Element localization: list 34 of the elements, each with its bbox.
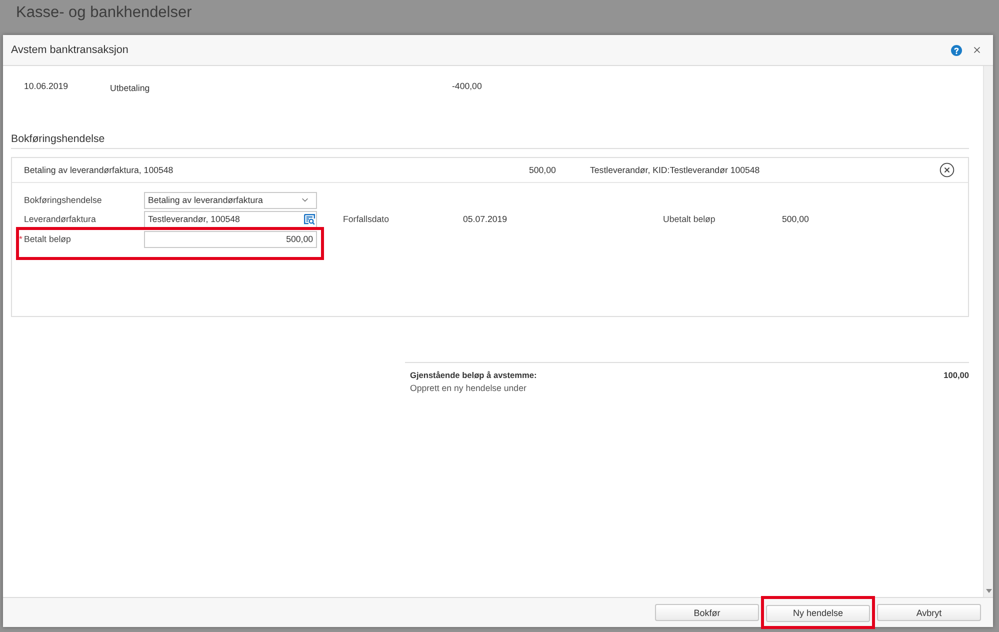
list-search-icon[interactable] — [304, 214, 315, 224]
remaining-label: Gjenstående beløp å avstemme: — [410, 369, 537, 382]
dialog-button[interactable]: Ny hendelse — [766, 604, 870, 622]
help-icon[interactable] — [951, 44, 962, 56]
field-value: 05.07.2019 — [463, 214, 508, 224]
transaction-type: Utbetaling — [110, 82, 151, 94]
scroll-down-icon[interactable] — [986, 589, 992, 593]
dialog-title: Avstem banktransaksjon — [11, 44, 130, 56]
entry-amount: 500,00 — [529, 165, 557, 175]
transaction-amount: -400,00 — [452, 80, 483, 92]
field-label: Forfallsdato — [343, 214, 390, 224]
field-label: Leverandørfaktura — [24, 214, 97, 224]
dialog-button[interactable]: Bokfør — [655, 604, 759, 621]
entry-counterparty: Testleverandør, KID:Testleverandør 100548 — [590, 165, 761, 175]
required-marker: * — [19, 234, 24, 244]
amount-field[interactable]: 500,00 — [144, 230, 317, 248]
entry-summary: Betaling av leverandørfaktura, 100548 — [24, 165, 174, 175]
close-icon — [972, 45, 982, 55]
field-label: Betalt beløp — [24, 234, 72, 244]
field-label: Bokføringshendelse — [24, 195, 103, 205]
select-field[interactable]: Betaling av leverandørfaktura — [144, 192, 317, 208]
remaining-hint: Opprett en ny hendelse under — [410, 383, 526, 393]
scrollbar[interactable] — [983, 66, 993, 597]
field-label: Ubetalt beløp — [663, 214, 716, 224]
remaining-amount: 100,00 — [944, 369, 969, 382]
circle-x-icon — [939, 162, 955, 178]
remove-button[interactable] — [939, 162, 955, 178]
section-heading: Bokføringshendelse — [11, 132, 969, 149]
page-title: Kasse- og bankhendelser — [16, 3, 192, 22]
transaction-date: 10.06.2019 — [24, 80, 70, 92]
lookup-field[interactable]: Testleverandør, 100548 — [144, 210, 317, 228]
dialog-button[interactable]: Avbryt — [877, 604, 981, 621]
field-value: 500,00 — [782, 214, 810, 224]
close-button[interactable] — [972, 45, 982, 55]
